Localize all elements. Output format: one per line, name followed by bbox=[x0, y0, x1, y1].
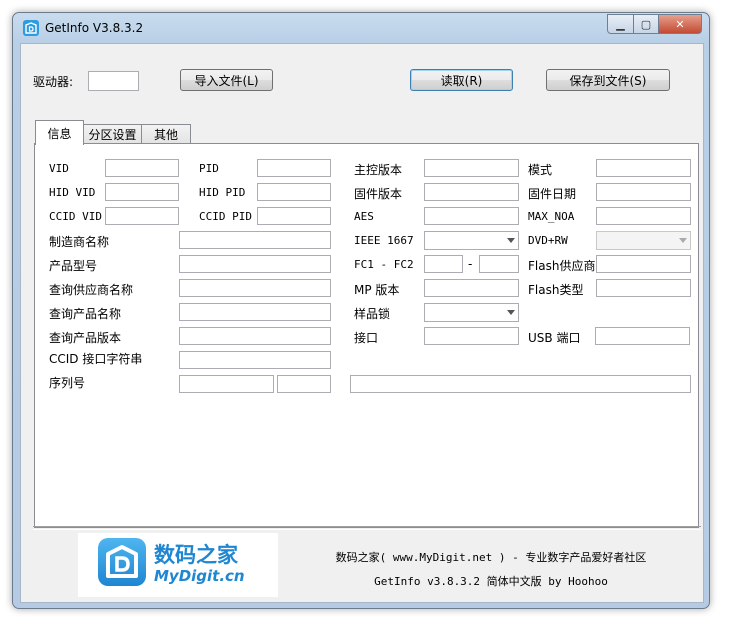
fc1-fc2-label: FC1 - FC2 bbox=[354, 258, 414, 271]
chevron-down-icon bbox=[507, 238, 515, 243]
ccid-pid-label: CCID PID bbox=[199, 210, 252, 223]
vid-label: VID bbox=[49, 162, 69, 175]
pid-label: PID bbox=[199, 162, 219, 175]
tab-partition-settings[interactable]: 分区设置 bbox=[83, 124, 142, 144]
aes-label: AES bbox=[354, 210, 374, 223]
ieee1667-label: IEEE 1667 bbox=[354, 234, 414, 247]
interface-field[interactable] bbox=[424, 327, 519, 345]
logo-text-cn: 数码之家 bbox=[154, 543, 238, 567]
product-model-field[interactable] bbox=[179, 255, 331, 273]
flash-type-field[interactable] bbox=[596, 279, 691, 297]
flash-vendor-label: Flash供应商 bbox=[528, 259, 596, 273]
usb-port-label: USB 端口 bbox=[528, 331, 581, 345]
hid-vid-label: HID VID bbox=[49, 186, 96, 199]
save-to-file-button[interactable]: 保存到文件(S) bbox=[546, 69, 670, 91]
firmware-version-label: 固件版本 bbox=[354, 187, 403, 201]
logo-text-en: MyDigit.cn bbox=[154, 567, 245, 585]
window-title: GetInfo V3.8.3.2 bbox=[45, 21, 144, 35]
max-noa-label: MAX_NOA bbox=[528, 210, 575, 223]
query-product-name-label: 查询产品名称 bbox=[49, 307, 122, 321]
drive-label: 驱动器: bbox=[33, 75, 74, 89]
firmware-date-label: 固件日期 bbox=[528, 187, 577, 201]
manufacturer-name-label: 制造商名称 bbox=[49, 235, 110, 249]
query-product-name-field[interactable] bbox=[179, 303, 331, 321]
sample-lock-dropdown[interactable] bbox=[424, 303, 519, 322]
minimize-button[interactable]: ▁ bbox=[607, 14, 634, 34]
controller-version-label: 主控版本 bbox=[354, 163, 403, 177]
dvd-rw-dropdown bbox=[596, 231, 691, 250]
query-vendor-name-field[interactable] bbox=[179, 279, 331, 297]
usb-port-field[interactable] bbox=[595, 327, 690, 345]
firmware-version-field[interactable] bbox=[424, 183, 519, 201]
serial-number-field-2[interactable] bbox=[277, 375, 331, 393]
vid-field[interactable] bbox=[105, 159, 179, 177]
chevron-down-icon bbox=[507, 310, 515, 315]
chevron-down-icon bbox=[679, 238, 687, 243]
drive-input[interactable] bbox=[88, 71, 139, 91]
max-noa-field[interactable] bbox=[596, 207, 691, 225]
query-vendor-name-label: 查询供应商名称 bbox=[49, 283, 134, 297]
product-model-label: 产品型号 bbox=[49, 259, 98, 273]
tab-other[interactable]: 其他 bbox=[141, 124, 191, 144]
info-panel: VID PID 主控版本 模式 HID VID HID PID 固件版本 固件日… bbox=[34, 143, 699, 528]
serial-number-field-3[interactable] bbox=[350, 375, 691, 393]
footer-site-line: 数码之家( www.MyDigit.net ) - 专业数字产品爱好者社区 bbox=[335, 551, 647, 564]
flash-type-label: Flash类型 bbox=[528, 283, 584, 297]
ccid-interface-string-label: CCID 接口字符串 bbox=[49, 352, 143, 366]
mode-field[interactable] bbox=[596, 159, 691, 177]
caption-buttons: ▁ ▢ ✕ bbox=[607, 14, 702, 34]
fc2-field[interactable] bbox=[479, 255, 519, 273]
footer-version-line: GetInfo v3.8.3.2 简体中文版 by Hoohoo bbox=[374, 575, 608, 588]
serial-number-label: 序列号 bbox=[49, 376, 86, 390]
dvd-rw-label: DVD+RW bbox=[528, 234, 568, 247]
fc-dash-label: - bbox=[468, 257, 473, 271]
hid-pid-field[interactable] bbox=[257, 183, 331, 201]
footer-separator bbox=[33, 526, 701, 530]
read-button[interactable]: 读取(R) bbox=[410, 69, 513, 91]
close-icon: ✕ bbox=[675, 17, 685, 31]
ccid-interface-string-field[interactable] bbox=[179, 351, 331, 369]
tab-info[interactable]: 信息 bbox=[35, 120, 84, 145]
interface-label: 接口 bbox=[354, 331, 379, 345]
aes-field[interactable] bbox=[424, 207, 519, 225]
mp-version-label: MP 版本 bbox=[354, 283, 400, 297]
flash-vendor-field[interactable] bbox=[596, 255, 691, 273]
manufacturer-name-field[interactable] bbox=[179, 231, 331, 249]
maximize-icon: ▢ bbox=[640, 17, 652, 31]
maximize-button[interactable]: ▢ bbox=[634, 14, 659, 34]
mode-label: 模式 bbox=[528, 163, 553, 177]
serial-number-field-1[interactable] bbox=[179, 375, 274, 393]
pid-field[interactable] bbox=[257, 159, 331, 177]
mp-version-field[interactable] bbox=[424, 279, 519, 297]
ccid-pid-field[interactable] bbox=[257, 207, 331, 225]
import-file-button[interactable]: 导入文件(L) bbox=[180, 69, 273, 91]
mydigit-logo-icon bbox=[98, 538, 146, 586]
title-bar[interactable]: GetInfo V3.8.3.2 ▁ ▢ ✕ bbox=[13, 13, 709, 43]
firmware-date-field[interactable] bbox=[596, 183, 691, 201]
app-window: GetInfo V3.8.3.2 ▁ ▢ ✕ 驱动器: 导入文件(L) 读取(R… bbox=[12, 12, 710, 609]
fc1-field[interactable] bbox=[424, 255, 463, 273]
ccid-vid-field[interactable] bbox=[105, 207, 179, 225]
getinfo-app-icon bbox=[23, 20, 39, 36]
minimize-icon: ▁ bbox=[616, 17, 625, 31]
controller-version-field[interactable] bbox=[424, 159, 519, 177]
ieee1667-dropdown[interactable] bbox=[424, 231, 519, 250]
mydigit-logo: 数码之家 MyDigit.cn bbox=[78, 533, 278, 597]
ccid-vid-label: CCID VID bbox=[49, 210, 102, 223]
hid-vid-field[interactable] bbox=[105, 183, 179, 201]
close-button[interactable]: ✕ bbox=[659, 14, 702, 34]
sample-lock-label: 样品锁 bbox=[354, 307, 391, 321]
client-area: 驱动器: 导入文件(L) 读取(R) 保存到文件(S) 信息 分区设置 其他 V… bbox=[20, 43, 704, 603]
hid-pid-label: HID PID bbox=[199, 186, 246, 199]
query-product-version-label: 查询产品版本 bbox=[49, 331, 122, 345]
query-product-version-field[interactable] bbox=[179, 327, 331, 345]
